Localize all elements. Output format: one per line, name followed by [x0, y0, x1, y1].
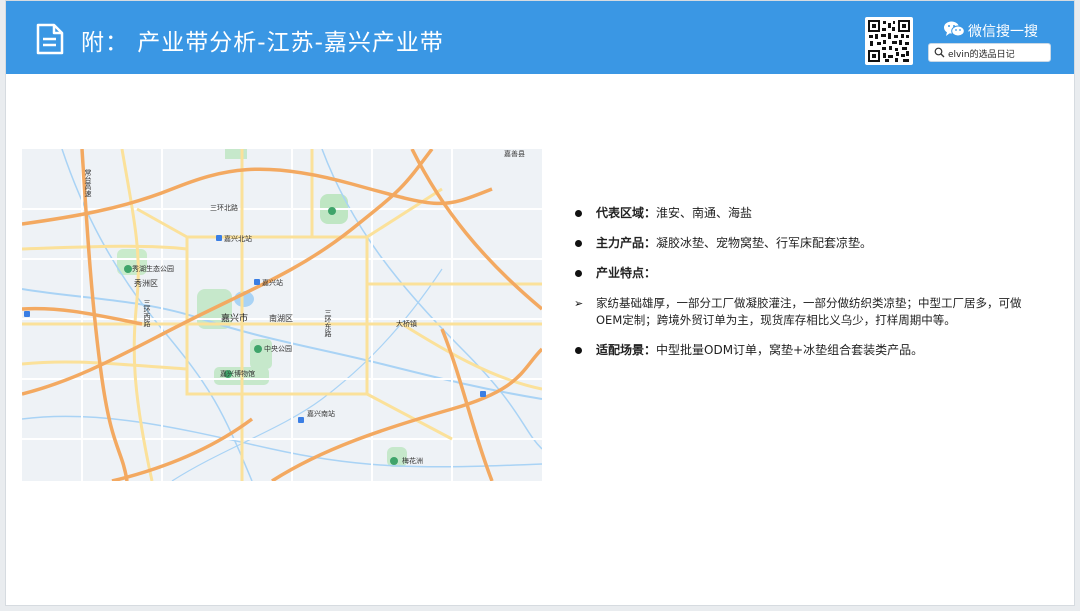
map-label-meihuazhou: 梅花洲 — [402, 457, 423, 465]
slide: 附： 产业带分析-江苏-嘉兴产业带 微信搜一搜 elvin的选品日记 嘉兴市 秀… — [5, 0, 1075, 606]
map-label-changxing: 常台高速 — [84, 169, 92, 197]
item-label: 产业特点： — [596, 266, 657, 280]
map-label-zhongxin-park: 中央公园 — [264, 345, 292, 353]
map-label-sanhuan-north: 三环北路 — [210, 204, 238, 212]
page-title: 附： 产业带分析-江苏-嘉兴产业带 — [81, 30, 444, 56]
map-label-sanhuan-east: 三环东路 — [324, 309, 332, 337]
wechat-search-box[interactable]: elvin的选品日记 — [928, 43, 1051, 62]
search-query: elvin的选品日记 — [948, 50, 1015, 60]
map-label-jiaxing: 嘉兴市 — [221, 314, 249, 324]
map-label-jiaxing-station: 嘉兴站 — [262, 279, 283, 287]
header-bar: 附： 产业带分析-江苏-嘉兴产业带 微信搜一搜 elvin的选品日记 — [6, 1, 1074, 74]
bullet-dot-icon — [575, 347, 582, 354]
qr-code — [865, 17, 913, 65]
map-label-nanhu: 南湖区 — [269, 314, 293, 323]
item-text: 淮安、南通、海盐 — [656, 206, 753, 220]
bullet-dot-icon — [575, 210, 582, 217]
map-label-daqiao: 大桥镇 — [396, 320, 417, 328]
list-item: 代表区域：淮安、南通、海盐 — [571, 205, 1041, 222]
item-text: 中型批量ODM订单，窝垫+冰垫组合套装类产品。 — [656, 343, 924, 357]
map-label-jiaxing-south-station: 嘉兴南站 — [307, 410, 335, 418]
city-map[interactable]: 嘉兴市 秀洲区 南湖区 三环北路 三环东路 三环西路 嘉兴南站 嘉兴北站 嘉兴站… — [22, 149, 542, 481]
item-text: 家纺基础雄厚，一部分工厂做凝胶灌注，一部分做纺织类凉垫；中型工厂居多，可做OEM… — [596, 296, 1022, 327]
item-label: 主力产品： — [596, 236, 657, 250]
arrow-bullet-icon: ➢ — [574, 297, 584, 310]
map-label-jiaxing-museum: 嘉兴博物馆 — [220, 370, 255, 378]
map-label-sanhuan-west: 三环西路 — [143, 299, 151, 327]
document-icon — [36, 23, 64, 55]
bullet-dot-icon — [575, 270, 582, 277]
map-label-jiaxing-north-station: 嘉兴北站 — [224, 235, 252, 243]
list-item: 产业特点： — [571, 265, 1041, 282]
item-label: 代表区域： — [596, 206, 657, 220]
map-label-xiuhu: 秀湖生态公园 — [132, 265, 174, 273]
map-label-xiuzhou: 秀洲区 — [134, 279, 158, 288]
item-label: 适配场景： — [596, 343, 657, 357]
search-icon — [934, 47, 945, 58]
map-label-jiahe: 嘉善县 — [504, 150, 525, 158]
list-item: 主力产品：凝胶冰垫、宠物窝垫、行军床配套凉垫。 — [571, 235, 1041, 252]
bullet-dot-icon — [575, 240, 582, 247]
wechat-search-label: 微信搜一搜 — [968, 24, 1038, 40]
wechat-icon — [944, 21, 965, 37]
list-item: 适配场景：中型批量ODM订单，窝垫+冰垫组合套装类产品。 — [571, 342, 1041, 359]
content-list: 代表区域：淮安、南通、海盐 主力产品：凝胶冰垫、宠物窝垫、行军床配套凉垫。 产业… — [571, 205, 1041, 359]
qr-code-icon — [868, 20, 910, 62]
list-item: ➢ 家纺基础雄厚，一部分工厂做凝胶灌注，一部分做纺织类凉垫；中型工厂居多，可做O… — [571, 295, 1041, 329]
park-area — [225, 149, 247, 159]
item-text: 凝胶冰垫、宠物窝垫、行军床配套凉垫。 — [656, 236, 873, 250]
park-area — [250, 339, 272, 369]
